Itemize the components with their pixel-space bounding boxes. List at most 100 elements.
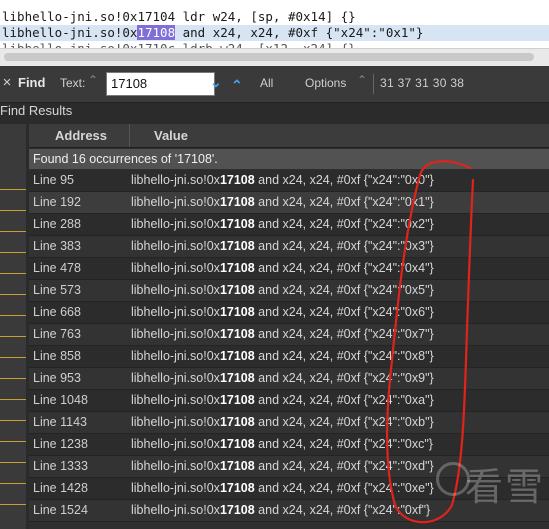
- value-prefix: libhello-jni.so!0x: [131, 305, 220, 319]
- gutter-row: [0, 296, 26, 316]
- table-row[interactable]: Line 192 libhello-jni.so!0x17108 and x24,…: [29, 192, 549, 214]
- table-row[interactable]: Line 1143 libhello-jni.so!0x17108 and x24…: [29, 412, 549, 434]
- row-address: Line 668: [33, 305, 81, 319]
- gutter-row: [0, 464, 26, 484]
- row-address: Line 763: [33, 327, 81, 341]
- row-value: libhello-jni.so!0x17108 and x24, x24, #0…: [131, 214, 434, 234]
- value-prefix: libhello-jni.so!0x: [131, 503, 220, 517]
- text-mode-chevron-icon[interactable]: ⌃: [88, 73, 98, 87]
- row-address: Line 1524: [33, 503, 88, 517]
- row-value: libhello-jni.so!0x17108 and x24, x24, #0…: [131, 324, 434, 344]
- code-line[interactable]: libhello-jni.so!0x17104 ldr w24, [sp, #0…: [2, 9, 356, 25]
- table-row[interactable]: Line 383 libhello-jni.so!0x17108 and x24,…: [29, 236, 549, 258]
- value-prefix: libhello-jni.so!0x: [131, 459, 220, 473]
- row-address: Line 478: [33, 261, 81, 275]
- table-row[interactable]: Line 1048 libhello-jni.so!0x17108 and x24…: [29, 390, 549, 412]
- value-match: 17108: [219, 327, 255, 341]
- gutter-row: [0, 443, 26, 463]
- table-row[interactable]: Line 668 libhello-jni.so!0x17108 and x24,…: [29, 302, 549, 324]
- value-match: 17108: [219, 393, 255, 407]
- gutter-row: [0, 191, 26, 211]
- value-prefix: libhello-jni.so!0x: [131, 415, 220, 429]
- value-suffix: and x24, x24, #0xf {"x24":"0xb"}: [254, 415, 434, 429]
- value-match: 17108: [219, 437, 255, 451]
- value-suffix: and x24, x24, #0xf {"x24":"0xf"}: [254, 503, 431, 517]
- value-suffix: and x24, x24, #0xf {"x24":"0x4"}: [254, 261, 434, 275]
- find-bar: × Find Text: ⌃ 17108 ⌄ ⌃ All Options ⌃ 3…: [0, 66, 549, 103]
- value-match: 17108: [219, 459, 255, 473]
- value-prefix: libhello-jni.so!0x: [131, 349, 220, 363]
- close-icon[interactable]: ×: [0, 74, 14, 91]
- chevron-up-icon[interactable]: ⌃: [231, 77, 243, 94]
- value-prefix: libhello-jni.so!0x: [131, 393, 220, 407]
- row-value: libhello-jni.so!0x17108 and x24, x24, #0…: [131, 368, 434, 388]
- table-row[interactable]: Line 288 libhello-jni.so!0x17108 and x24,…: [29, 214, 549, 236]
- gutter-row: [0, 233, 26, 253]
- code-line-current[interactable]: libhello-jni.so!0x17108 and x24, x24, #0…: [0, 25, 549, 41]
- row-value: libhello-jni.so!0x17108 and x24, x24, #0…: [131, 280, 434, 300]
- row-address: Line 288: [33, 217, 81, 231]
- value-prefix: libhello-jni.so!0x: [131, 481, 220, 495]
- row-address: Line 953: [33, 371, 81, 385]
- value-match: 17108: [219, 481, 255, 495]
- search-input[interactable]: 17108: [106, 72, 215, 96]
- column-header-value[interactable]: Value: [130, 124, 549, 147]
- value-prefix: libhello-jni.so!0x: [131, 217, 220, 231]
- table-row[interactable]: Line 95 libhello-jni.so!0x17108 and x24, …: [29, 170, 549, 192]
- gutter-row: [0, 422, 26, 442]
- value-suffix: and x24, x24, #0xf {"x24":"0x7"}: [254, 327, 434, 341]
- gutter-row: [0, 380, 26, 400]
- value-suffix: and x24, x24, #0xf {"x24":"0x9"}: [254, 371, 434, 385]
- chevron-down-icon[interactable]: ⌄: [210, 74, 222, 91]
- value-suffix: and x24, x24, #0xf {"x24":"0x8"}: [254, 349, 434, 363]
- results-summary: Found 16 occurrences of '17108'.: [29, 149, 549, 169]
- gutter-row: [0, 254, 26, 274]
- gutter-row: [0, 275, 26, 295]
- value-suffix: and x24, x24, #0xf {"x24":"0x5"}: [254, 283, 434, 297]
- value-match: 17108: [219, 349, 255, 363]
- code-editor[interactable]: libhello-jni.so!0x17104 ldr w24, [sp, #0…: [0, 0, 549, 50]
- value-prefix: libhello-jni.so!0x: [131, 195, 220, 209]
- table-row[interactable]: Line 858 libhello-jni.so!0x17108 and x24,…: [29, 346, 549, 368]
- value-prefix: libhello-jni.so!0x: [131, 173, 220, 187]
- row-value: libhello-jni.so!0x17108 and x24, x24, #0…: [131, 500, 430, 520]
- panel-title: Find Results: [0, 103, 73, 118]
- scrollbar-thumb[interactable]: [4, 53, 534, 61]
- row-value: libhello-jni.so!0x17108 and x24, x24, #0…: [131, 170, 434, 190]
- value-match: 17108: [219, 283, 255, 297]
- row-address: Line 383: [33, 239, 81, 253]
- code-suffix: and x24, x24, #0xf {"x24":"0x1"}: [175, 25, 424, 40]
- table-row[interactable]: Line 478 libhello-jni.so!0x17108 and x24,…: [29, 258, 549, 280]
- row-value: libhello-jni.so!0x17108 and x24, x24, #0…: [131, 192, 434, 212]
- row-address: Line 95: [33, 173, 75, 187]
- options-button[interactable]: Options: [305, 76, 346, 90]
- hex-preview: 31 37 31 30 38: [380, 76, 465, 90]
- column-header-address[interactable]: Address: [29, 124, 130, 147]
- find-all-button[interactable]: All: [260, 76, 273, 90]
- value-suffix: and x24, x24, #0xf {"x24":"0x0"}: [254, 173, 434, 187]
- row-address: Line 573: [33, 283, 81, 297]
- table-header: Address Value: [29, 124, 549, 148]
- options-chevron-icon[interactable]: ⌃: [357, 73, 367, 87]
- value-match: 17108: [219, 261, 255, 275]
- table-row[interactable]: Line 763 libhello-jni.so!0x17108 and x24,…: [29, 324, 549, 346]
- gutter-row: [0, 338, 26, 358]
- value-suffix: and x24, x24, #0xf {"x24":"0xe"}: [254, 481, 434, 495]
- row-value: libhello-jni.so!0x17108 and x24, x24, #0…: [131, 302, 434, 322]
- search-match-highlight: 17108: [137, 25, 176, 40]
- row-value: libhello-jni.so!0x17108 and x24, x24, #0…: [131, 478, 434, 498]
- table-row[interactable]: Line 573 libhello-jni.so!0x17108 and x24,…: [29, 280, 549, 302]
- find-label: Find: [18, 75, 46, 90]
- value-suffix: and x24, x24, #0xf {"x24":"0xd"}: [254, 459, 434, 473]
- row-address: Line 1143: [33, 415, 87, 429]
- row-value: libhello-jni.so!0x17108 and x24, x24, #0…: [131, 390, 434, 410]
- value-match: 17108: [219, 415, 255, 429]
- row-value: libhello-jni.so!0x17108 and x24, x24, #0…: [131, 236, 434, 256]
- text-mode-label[interactable]: Text:: [60, 76, 85, 90]
- table-row[interactable]: Line 1238 libhello-jni.so!0x17108 and x24…: [29, 434, 549, 456]
- row-address: Line 1428: [33, 481, 88, 495]
- table-row[interactable]: Line 953 libhello-jni.so!0x17108 and x24,…: [29, 368, 549, 390]
- row-value: libhello-jni.so!0x17108 and x24, x24, #0…: [131, 412, 434, 432]
- horizontal-scrollbar[interactable]: [0, 48, 549, 66]
- gutter-row: [0, 485, 26, 505]
